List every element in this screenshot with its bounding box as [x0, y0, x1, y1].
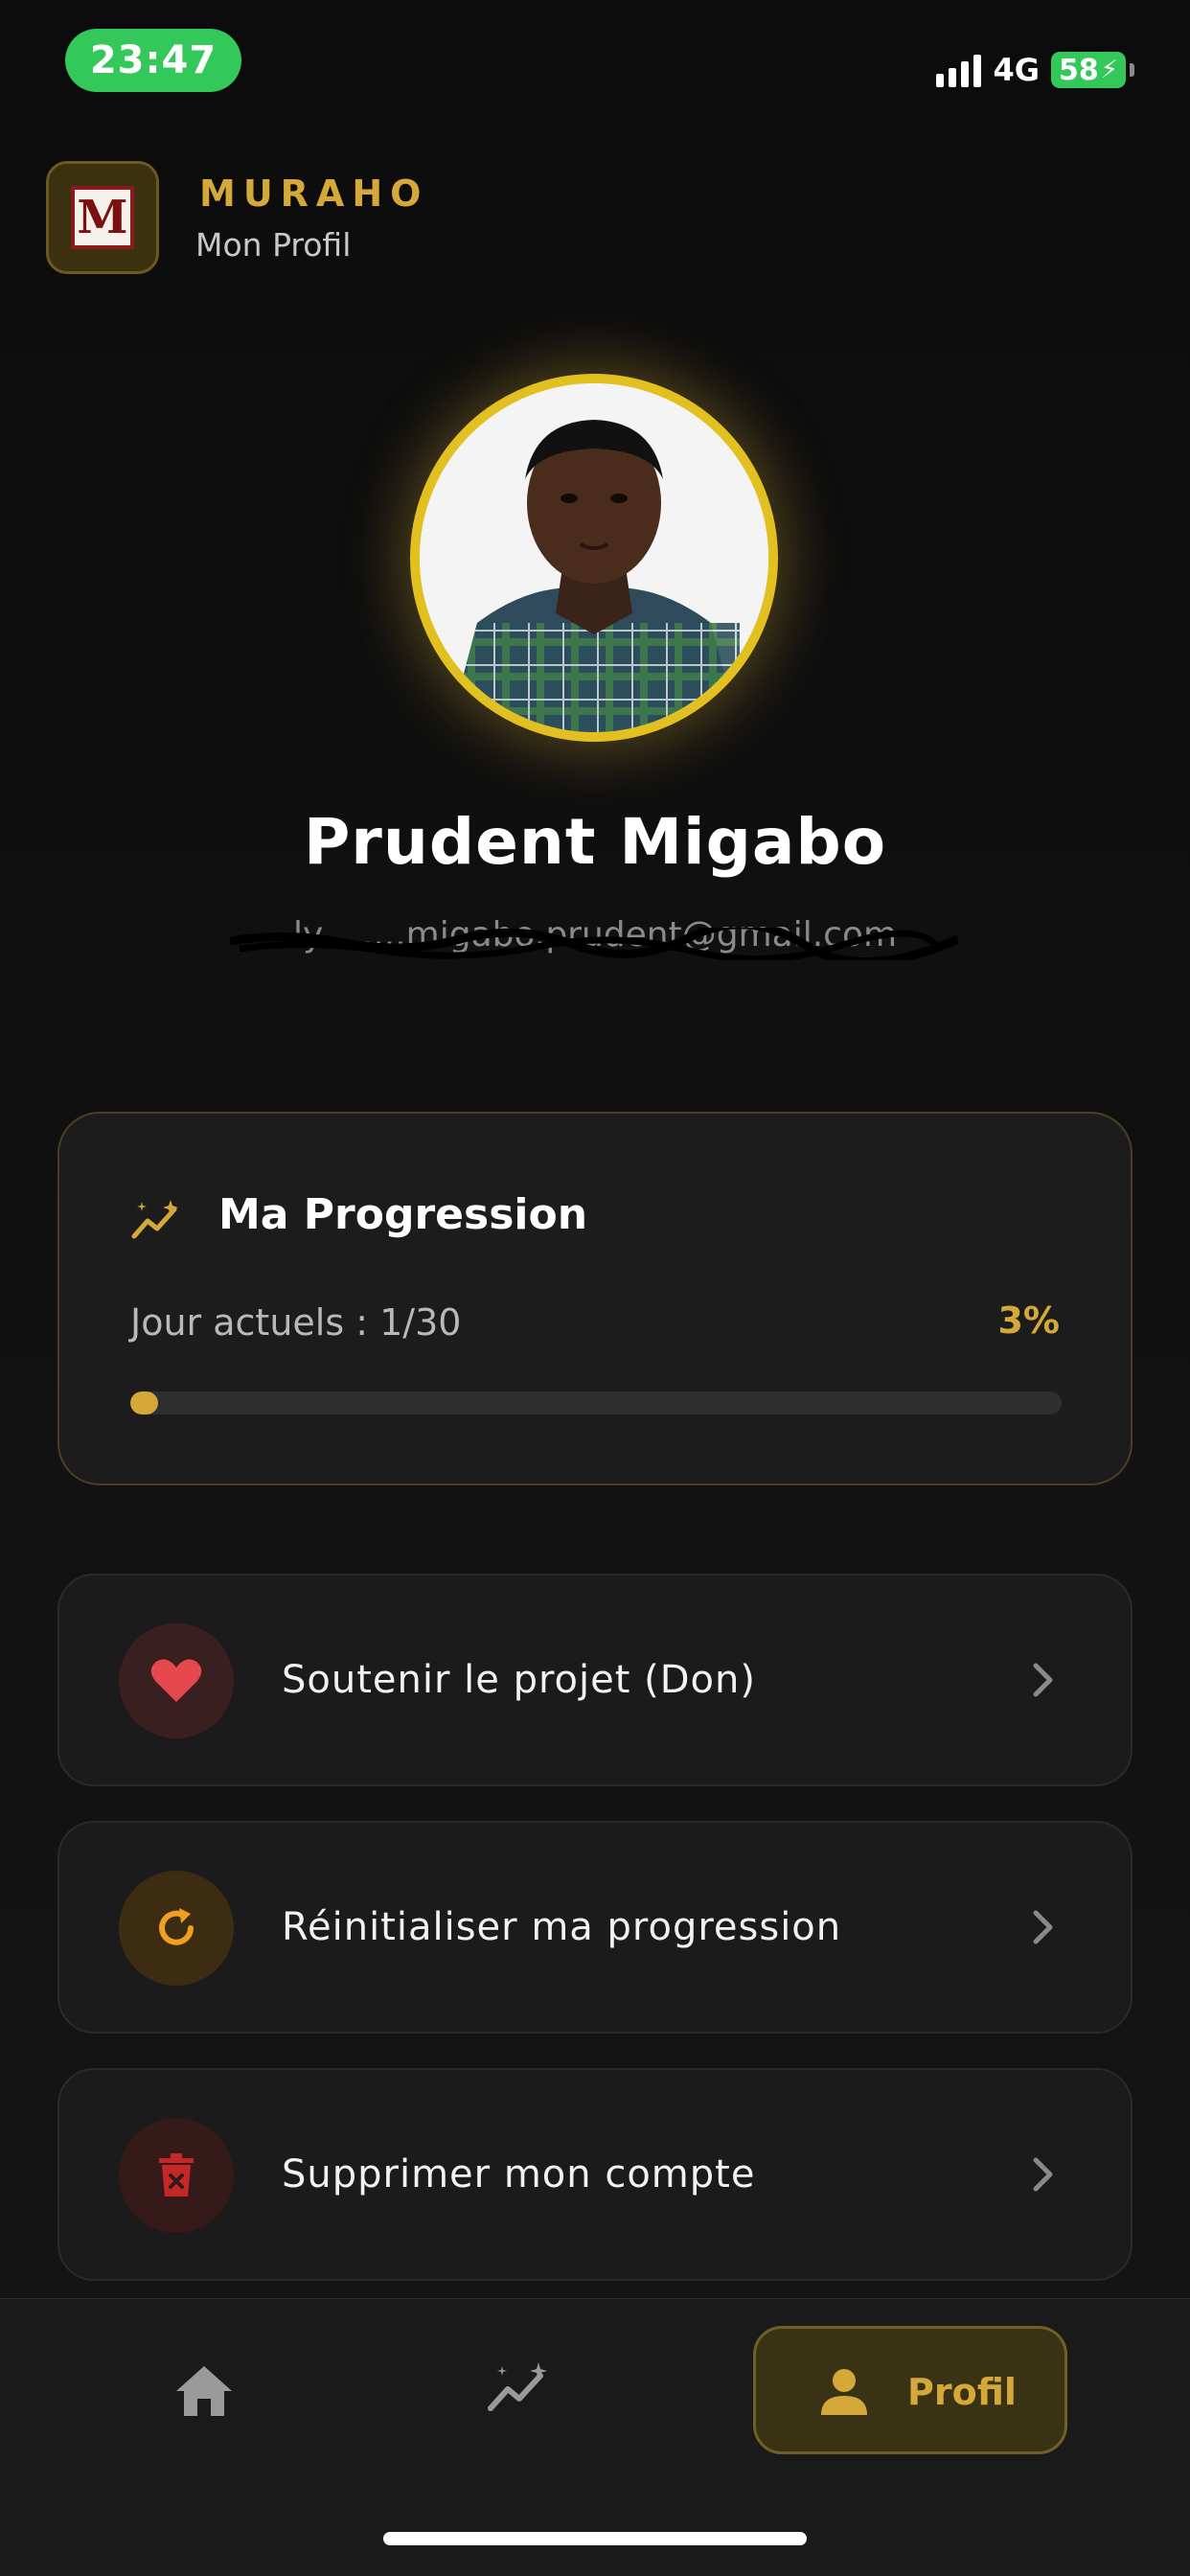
current-day-label: Jour actuels : 1/30: [130, 1301, 462, 1344]
progress-sparkle-icon: [131, 1200, 178, 1239]
refresh-icon: [119, 1871, 234, 1986]
chevron-right-icon: [1033, 2157, 1053, 2192]
progression-card: Ma Progression Jour actuels : 1/30 3%: [57, 1112, 1133, 1485]
avatar[interactable]: [410, 374, 778, 742]
reset-progress-button[interactable]: Réinitialiser ma progression: [57, 1821, 1133, 2034]
status-time: 23:47: [65, 29, 241, 92]
signal-icon: [936, 53, 982, 87]
home-icon[interactable]: [172, 2362, 236, 2420]
delete-account-button[interactable]: Supprimer mon compte: [57, 2068, 1133, 2281]
logo-letter: M: [77, 191, 128, 244]
delete-account-label: Supprimer mon compte: [282, 2152, 756, 2196]
status-indicators: 4G 58 ⚡: [936, 52, 1134, 88]
user-name: Prudent Migabo: [303, 805, 887, 879]
trash-icon: [119, 2118, 234, 2233]
brand-name: MURAHO: [199, 172, 429, 215]
progression-title: Ma Progression: [218, 1190, 588, 1239]
network-type: 4G: [993, 52, 1040, 88]
page-subtitle: Mon Profil: [195, 226, 352, 264]
donate-button[interactable]: Soutenir le projet (Don): [57, 1574, 1133, 1786]
reset-progress-label: Réinitialiser ma progression: [282, 1905, 842, 1949]
donate-label: Soutenir le projet (Don): [282, 1658, 756, 1702]
progress-bar-fill: [130, 1392, 159, 1414]
battery-icon: 58 ⚡: [1050, 52, 1134, 88]
email-redaction-scribble: [230, 928, 958, 960]
user-icon: [821, 2369, 867, 2415]
app-logo: M: [46, 161, 159, 274]
nav-profile-label: Profil: [907, 2371, 1017, 2413]
chevron-right-icon: [1033, 1910, 1053, 1944]
profile-screen: 23:47 4G 58 ⚡ M MURAHO Mon Profil Pruden…: [0, 0, 1190, 2576]
progress-percent: 3%: [997, 1300, 1060, 1342]
progress-icon[interactable]: [485, 2360, 552, 2418]
heart-icon: [119, 1623, 234, 1738]
chevron-right-icon: [1033, 1663, 1053, 1697]
battery-level: 58: [1058, 53, 1099, 87]
progress-bar: [130, 1392, 1062, 1414]
avatar-photo: [420, 383, 768, 732]
nav-profile-tab[interactable]: Profil: [753, 2326, 1067, 2454]
home-indicator[interactable]: [383, 2532, 807, 2545]
